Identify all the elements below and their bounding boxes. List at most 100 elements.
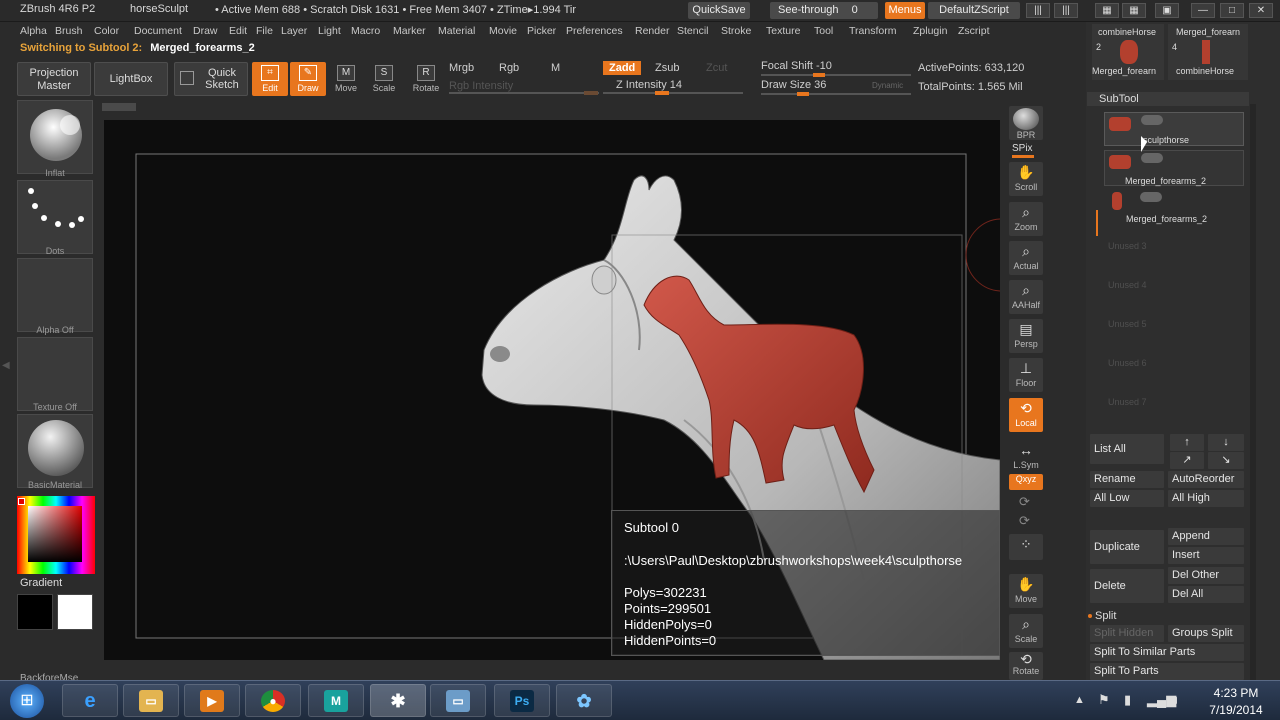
menu-texture[interactable]: Texture (766, 25, 800, 37)
quicksave-button[interactable]: QuickSave (688, 2, 750, 19)
layout-icon-2[interactable]: ||| (1054, 3, 1078, 18)
zsub-button[interactable]: Zsub (655, 62, 679, 74)
default-zscript-button[interactable]: DefaultZScript (928, 2, 1020, 19)
autoreorder-button[interactable]: AutoReorder (1168, 471, 1244, 488)
maximize-icon[interactable]: □ (1220, 3, 1244, 18)
split-section-header[interactable]: Split (1095, 610, 1116, 622)
rotate-button[interactable]: R Rotate (408, 62, 444, 96)
persp-button[interactable]: ▤ Persp (1009, 319, 1043, 353)
menu-transform[interactable]: Transform (849, 25, 896, 37)
move-up-right-arrow-icon[interactable]: ↗ (1170, 452, 1204, 469)
menu-edit[interactable]: Edit (229, 25, 247, 37)
menu-zplugin[interactable]: Zplugin (913, 25, 947, 37)
split-similar-parts-button[interactable]: Split To Similar Parts (1090, 644, 1244, 661)
spix-slider[interactable]: SPix (1012, 143, 1033, 154)
menu-picker[interactable]: Picker (527, 25, 556, 37)
see-through-slider[interactable]: See-through 0 (770, 2, 878, 19)
move-down-right-arrow-icon[interactable]: ↘ (1208, 452, 1244, 469)
menu-marker[interactable]: Marker (393, 25, 426, 37)
rgb-button[interactable]: Rgb (499, 62, 519, 74)
delete-button[interactable]: Delete (1090, 569, 1164, 603)
subtool-item-sculpthorse[interactable]: sculpthorse (1104, 112, 1244, 146)
move-down-arrow-icon[interactable]: ↓ (1208, 434, 1244, 451)
draw-size-slider[interactable]: Draw Size 36 (761, 79, 826, 91)
menu-layer[interactable]: Layer (281, 25, 307, 37)
focal-shift-slider[interactable]: Focal Shift -10 (761, 60, 832, 72)
zadd-button[interactable]: Zadd (603, 61, 642, 75)
menu-file[interactable]: File (256, 25, 273, 37)
taskbar-flower-app[interactable]: ✿ (556, 684, 612, 717)
visibility-eye-icon[interactable] (1141, 115, 1163, 125)
rgb-intensity-track[interactable] (449, 91, 599, 95)
tray-date[interactable]: 7/19/2014 (1200, 703, 1272, 717)
projection-master-button[interactable]: Projection Master (17, 62, 91, 96)
scroll-button[interactable]: ✋ Scroll (1009, 162, 1043, 196)
menu-preferences[interactable]: Preferences (566, 25, 623, 37)
z-axis-rotate-icon[interactable]: ⟳ (1019, 513, 1030, 529)
insert-button[interactable]: Insert (1168, 547, 1244, 564)
menu-stroke[interactable]: Stroke (721, 25, 751, 37)
menu-movie[interactable]: Movie (489, 25, 517, 37)
all-low-button[interactable]: All Low (1090, 490, 1164, 507)
window-layout-icon[interactable]: ▦ (1095, 3, 1119, 18)
menu-document[interactable]: Document (134, 25, 182, 37)
move-view-button[interactable]: ✋ Move (1009, 574, 1043, 608)
y-axis-rotate-icon[interactable]: ⟳ (1019, 494, 1030, 510)
layout-icon-1[interactable]: ||| (1026, 3, 1050, 18)
local-button[interactable]: ⟲ Local (1009, 398, 1043, 432)
zcut-button[interactable]: Zcut (706, 62, 727, 74)
menus-button[interactable]: Menus (885, 2, 925, 19)
split-hidden-button[interactable]: Split Hidden (1090, 625, 1164, 642)
material-slot[interactable] (17, 414, 93, 488)
draw-size-track[interactable] (761, 92, 911, 96)
tray-flag-icon[interactable]: ⚑ (1098, 692, 1110, 708)
taskbar-chrome[interactable]: ● (245, 684, 301, 717)
groups-split-button[interactable]: Groups Split (1168, 625, 1244, 642)
window-layout-icon-2[interactable]: ▦ (1122, 3, 1146, 18)
taskbar-media-player[interactable]: ▶ (184, 684, 240, 717)
m-button[interactable]: M (551, 62, 560, 74)
tray-time[interactable]: 4:23 PM (1206, 686, 1266, 700)
frame-button[interactable]: ⁘ (1009, 534, 1043, 560)
secondary-color-swatch[interactable] (57, 594, 93, 630)
tool-palette-scrollbar[interactable] (1250, 104, 1256, 680)
tray-expand-icon[interactable]: ▲ (1074, 694, 1085, 706)
z-intensity-slider[interactable]: Z Intensity 14 (616, 79, 682, 91)
brush-slot[interactable] (17, 100, 93, 174)
alpha-slot[interactable] (17, 258, 93, 332)
del-other-button[interactable]: Del Other (1168, 567, 1244, 584)
stroke-slot[interactable] (17, 180, 93, 254)
dynamic-toggle[interactable]: Dynamic (872, 81, 903, 90)
menu-render[interactable]: Render (635, 25, 669, 37)
quick-sketch-button[interactable]: Quick Sketch (174, 62, 248, 96)
tool-thumb-combinehorse[interactable]: combineHorse 2 Merged_forearn (1092, 24, 1164, 80)
close-icon[interactable]: ✕ (1249, 3, 1273, 18)
move-button[interactable]: M Move (328, 62, 364, 96)
tray-battery-icon[interactable]: ▮ (1124, 692, 1131, 708)
minimize-icon[interactable]: — (1191, 3, 1215, 18)
start-button[interactable]: ⊞ (10, 684, 44, 718)
left-tray-arrow-icon[interactable]: ◀ (2, 360, 10, 371)
rgb-intensity-slider[interactable]: Rgb Intensity (449, 80, 513, 92)
floor-button[interactable]: ⊥ Floor (1009, 358, 1043, 392)
menu-stencil[interactable]: Stencil (677, 25, 709, 37)
qxyz-button[interactable]: Qxyz (1009, 474, 1043, 490)
menu-macro[interactable]: Macro (351, 25, 380, 37)
main-color-swatch[interactable] (17, 594, 53, 630)
move-up-arrow-icon[interactable]: ↑ (1170, 434, 1204, 451)
rename-button[interactable]: Rename (1090, 471, 1164, 488)
rotate-view-button[interactable]: ⟲ Rotate (1009, 652, 1043, 680)
menu-color[interactable]: Color (94, 25, 119, 37)
del-all-button[interactable]: Del All (1168, 586, 1244, 603)
list-all-button[interactable]: List All (1090, 434, 1164, 464)
subtool-item-merged-forearms[interactable]: Merged_forearms_2 (1104, 188, 1244, 224)
color-picker[interactable] (17, 496, 95, 574)
menu-brush[interactable]: Brush (55, 25, 82, 37)
menu-alpha[interactable]: Alpha (20, 25, 47, 37)
bpr-button[interactable]: BPR (1009, 106, 1043, 140)
focal-shift-track[interactable] (761, 73, 911, 77)
actual-button[interactable]: ⌕ Actual (1009, 241, 1043, 275)
taskbar-internet-explorer[interactable]: e (62, 684, 118, 717)
tool-thumb-merged-forearms[interactable]: Merged_forearn 4 combineHorse (1168, 24, 1248, 80)
scale-button[interactable]: S Scale (366, 62, 402, 96)
